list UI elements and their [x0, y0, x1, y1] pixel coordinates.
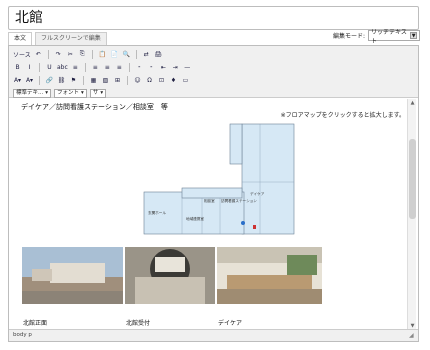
- content-scrollbar[interactable]: ▲ ▼: [407, 99, 416, 331]
- toolbar-button[interactable]: ⊞: [113, 76, 122, 85]
- toolbar-separator: [135, 49, 137, 59]
- font-dropdown[interactable]: フォント ▾: [54, 88, 87, 98]
- toolbar-button[interactable]: 🖨: [154, 50, 163, 59]
- toolbar-button[interactable]: ⇄: [142, 50, 151, 59]
- toolbar-button[interactable]: 🔗: [45, 76, 54, 85]
- editor-statusbar: body p ◢: [9, 329, 418, 341]
- toolbar-button[interactable]: ▭: [181, 76, 190, 85]
- chevron-down-icon: ▼: [410, 32, 417, 39]
- content-heading: デイケア／訪問看護ステーション／相談室 等: [21, 103, 168, 111]
- toolbar-button[interactable]: ▦: [89, 76, 98, 85]
- restroom-icon: [253, 225, 256, 229]
- toolbar-button[interactable]: ↶: [34, 50, 43, 59]
- toolbar-button[interactable]: 🔍: [122, 50, 131, 59]
- toolbar-button[interactable]: ⁃: [147, 63, 156, 72]
- toolbar-button[interactable]: 📋: [98, 50, 107, 59]
- photo-daycare[interactable]: [217, 247, 322, 304]
- format-dropdown-label: 標準テキ...: [16, 89, 44, 96]
- toolbar-button[interactable]: ⎘: [78, 50, 87, 59]
- rich-text-editor: ソース ↶ ↷ ✂ ⎘ 📋 📄 🔍 ⇄ 🖨 B I Uabc ≡ ≡ ≡ ≡ ⁃ ⁃ ⇤ ⇥ — A▾ A▾ 🔗 ⛓ ⚑ ▦ ▧ ⊞ ☺…: [8, 45, 419, 342]
- toolbar-button[interactable]: —: [183, 63, 192, 72]
- caption-daycare: デイケア: [218, 320, 243, 327]
- toolbar-button[interactable]: ≡: [71, 63, 80, 72]
- editor-tabs: 本文 フルスクリーンで編集: [8, 32, 110, 45]
- resize-handle-icon[interactable]: ◢: [409, 332, 416, 339]
- element-path[interactable]: body p: [13, 332, 32, 338]
- map-corridor-north: [229, 123, 243, 165]
- toolbar-button[interactable]: ⁃: [135, 63, 144, 72]
- map-label-consultation: 相談室: [204, 198, 215, 203]
- map-east-wing: [241, 123, 295, 235]
- toolbar-button[interactable]: A▾: [13, 76, 22, 85]
- photo-north-reception[interactable]: [125, 247, 215, 304]
- toolbar-button[interactable]: ⊡: [157, 76, 166, 85]
- toolbar-button[interactable]: abc: [57, 63, 68, 72]
- toolbar-separator: [83, 75, 84, 85]
- toolbar-button[interactable]: ≡: [103, 63, 112, 72]
- toolbar-button[interactable]: ▧: [101, 76, 110, 85]
- map-label-liaison: 地域連携室: [186, 216, 204, 221]
- toolbar-separator: [127, 75, 128, 85]
- toolbar-button[interactable]: ⇤: [159, 63, 168, 72]
- toolbar-separator: [39, 75, 40, 85]
- chevron-down-icon: ▾: [81, 89, 84, 96]
- editor-toolbar: ソース ↶ ↷ ✂ ⎘ 📋 📄 🔍 ⇄ 🖨 B I Uabc ≡ ≡ ≡ ≡ ⁃ ⁃ ⇤ ⇥ — A▾ A▾ 🔗 ⛓ ⚑ ▦ ▧ ⊞ ☺…: [9, 46, 418, 98]
- edit-mode-select[interactable]: リッチテキスト ▼: [368, 29, 420, 45]
- chevron-down-icon: ▾: [100, 89, 104, 96]
- map-corridor-south: [181, 187, 243, 199]
- format-dropdown[interactable]: 標準テキ... ▾: [13, 88, 52, 98]
- toolbar-button[interactable]: I: [25, 63, 34, 72]
- toolbar-button[interactable]: ♦: [169, 76, 178, 85]
- toolbar-button[interactable]: ⇥: [171, 63, 180, 72]
- caption-north-reception: 北館受付: [126, 320, 151, 327]
- toolbar-separator: [84, 62, 86, 72]
- caption-north-front: 北館正面: [23, 320, 48, 327]
- font-dropdown-label: フォント: [57, 89, 80, 96]
- map-label-daycare: デイケア: [250, 191, 265, 196]
- accessible-icon: [241, 221, 245, 225]
- editor-content[interactable]: デイケア／訪問看護ステーション／相談室 等 ※フロアマップをクリックすると拡大し…: [15, 102, 407, 329]
- toolbar-row-2: B I Uabc ≡ ≡ ≡ ≡ ⁃ ⁃ ⇤ ⇥ —: [13, 61, 414, 73]
- toolbar-row-4: 標準テキ... ▾ フォント ▾ サ ▾: [13, 87, 414, 99]
- toolbar-button[interactable]: ☺: [133, 76, 142, 85]
- size-dropdown-label: サ: [92, 89, 99, 96]
- toolbar-button[interactable]: ⚑: [69, 76, 78, 85]
- toolbar-row-1: ソース ↶ ↷ ✂ ⎘ 📋 📄 🔍 ⇄ 🖨: [13, 48, 414, 60]
- scroll-up-icon[interactable]: ▲: [408, 99, 417, 108]
- toolbar-button[interactable]: ✂: [66, 50, 75, 59]
- edit-mode-label: 編集モード:: [332, 33, 365, 40]
- photo-north-front[interactable]: [22, 247, 123, 304]
- toolbar-button[interactable]: ⛓: [57, 76, 66, 85]
- map-label-entrance: 玄関ホール: [148, 210, 166, 215]
- toolbar-button[interactable]: ↷: [54, 50, 63, 59]
- scrollbar-thumb[interactable]: [409, 139, 416, 219]
- size-dropdown[interactable]: サ ▾: [89, 88, 107, 98]
- toolbar-button[interactable]: B: [13, 63, 22, 72]
- toolbar-button[interactable]: ≡: [115, 63, 124, 72]
- floor-map[interactable]: デイケア 玄関ホール 訪問看護ステーション 相談室 地域連携室: [142, 122, 296, 239]
- tab-body[interactable]: 本文: [8, 32, 33, 45]
- photo-strip: [22, 247, 322, 319]
- title-input[interactable]: 北館: [8, 6, 419, 30]
- toolbar-button[interactable]: ≡: [91, 63, 100, 72]
- edit-mode-value: リッチテキスト: [371, 28, 407, 45]
- toolbar-button[interactable]: U: [45, 63, 54, 72]
- chevron-down-icon: ▾: [45, 89, 49, 96]
- toolbar-separator: [39, 62, 40, 72]
- toolbar-separator: [47, 49, 49, 59]
- toolbar-button[interactable]: ソース: [13, 50, 31, 59]
- toolbar-separator: [91, 49, 93, 59]
- toolbar-row-3: A▾ A▾ 🔗 ⛓ ⚑ ▦ ▧ ⊞ ☺ Ω ⊡ ♦ ▭: [13, 74, 414, 86]
- map-label-visiting-nurse: 訪問看護ステーション: [221, 198, 257, 203]
- toolbar-separator: [128, 62, 130, 72]
- toolbar-button[interactable]: Ω: [145, 76, 154, 85]
- toolbar-button[interactable]: 📄: [110, 50, 119, 59]
- floor-map-note: ※フロアマップをクリックすると拡大します。: [280, 112, 405, 119]
- toolbar-button[interactable]: A▾: [25, 76, 34, 85]
- edit-mode: 編集モード: リッチテキスト ▼: [332, 29, 420, 45]
- tab-fullscreen[interactable]: フルスクリーンで編集: [35, 32, 107, 45]
